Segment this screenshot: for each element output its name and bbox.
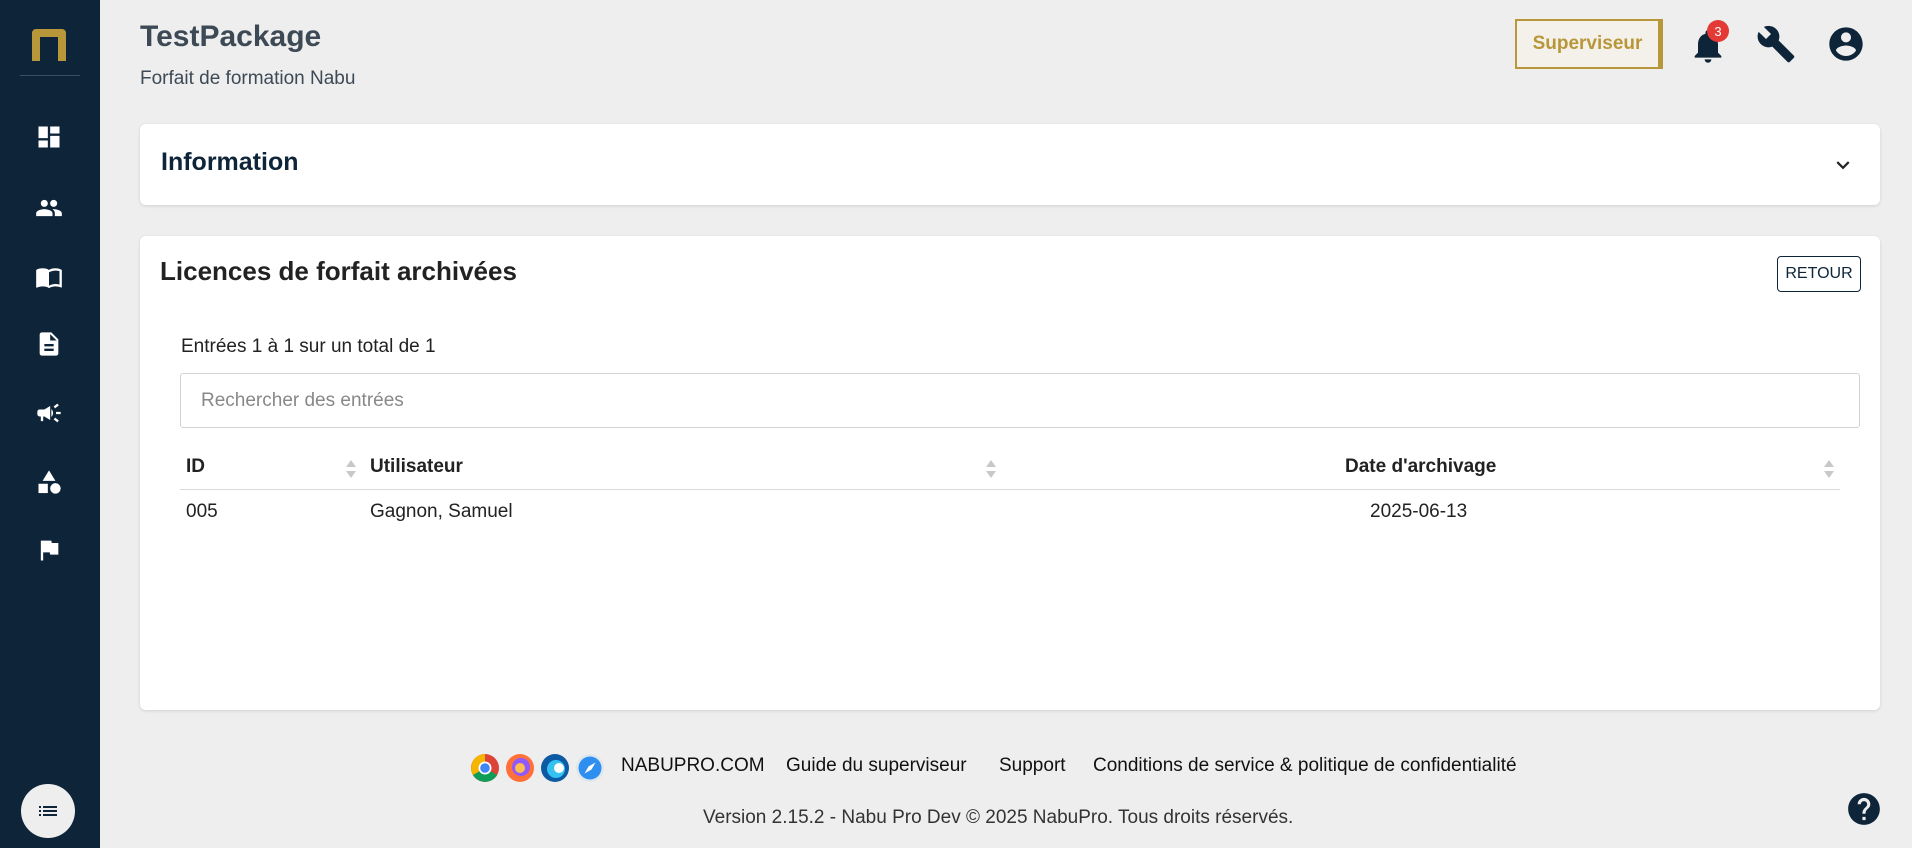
cell-id: 005 [186,501,218,522]
help-circle-icon [1848,793,1880,825]
shapes-icon [38,470,61,494]
sort-icon[interactable] [985,458,997,480]
column-header-archive-date[interactable]: Date d'archivage [1345,456,1496,478]
supported-browsers [470,753,605,783]
footer-link-support[interactable]: Support [999,755,1066,777]
notification-badge: 3 [1707,20,1729,42]
column-header-user[interactable]: Utilisateur [370,456,463,478]
sidebar-item-reports[interactable] [34,535,64,565]
table-header-divider [180,489,1840,490]
cell-archive-date: 2025-06-13 [1370,501,1468,522]
flag-icon [40,540,59,561]
archived-licences-title: Licences de forfait archivées [160,256,517,286]
footer-link-nabupro[interactable]: NABUPRO.COM [621,755,765,777]
chevron-down-icon[interactable] [1830,152,1856,178]
information-title: Information [161,148,299,176]
account-circle-icon [1829,27,1863,61]
sidebar-item-library[interactable] [34,262,64,292]
page-title: TestPackage [140,20,322,53]
tools-button[interactable] [1754,22,1798,66]
cell-user: Gagnon, Samuel [370,501,513,522]
users-icon [36,199,62,217]
document-icon [39,332,59,356]
search-input[interactable] [180,373,1860,428]
sidebar-item-documents[interactable] [34,329,64,359]
column-header-id[interactable]: ID [186,456,205,478]
version-text: Version 2.15.2 - Nabu Pro Dev © 2025 Nab… [703,807,1294,828]
book-icon [36,268,62,289]
sidebar-item-dashboard[interactable] [34,122,64,152]
account-button[interactable] [1824,22,1868,66]
sidebar-item-categories[interactable] [34,467,64,497]
footer-link-terms[interactable]: Conditions de service & politique de con… [1093,755,1517,777]
nabu-logo[interactable] [28,27,70,63]
firefox-icon [506,754,534,782]
archived-licences-panel: Licences de forfait archivées RETOUR Ent… [140,236,1880,710]
back-button[interactable]: RETOUR [1777,256,1861,292]
role-button[interactable]: Superviseur [1515,19,1663,69]
list-icon [39,806,57,816]
chrome-icon [471,754,499,782]
sidebar-toggle-button[interactable] [21,784,75,838]
dashboard-icon [38,126,60,148]
help-button[interactable] [1845,790,1883,828]
edge-icon [541,754,569,782]
sidebar-item-users[interactable] [34,193,64,223]
sidebar-divider [20,75,80,76]
entries-count: Entrées 1 à 1 sur un total de 1 [181,336,436,357]
footer-link-supervisor-guide[interactable]: Guide du superviseur [786,755,967,777]
wrench-icon [1757,25,1795,63]
information-panel[interactable]: Information [140,124,1880,205]
page-subtitle: Forfait de formation Nabu [140,68,356,89]
sort-icon[interactable] [345,458,357,480]
sort-icon[interactable] [1823,458,1835,480]
sidebar [0,0,100,848]
safari-icon [576,754,604,782]
megaphone-icon [37,403,61,423]
sidebar-item-announcements[interactable] [34,398,64,428]
